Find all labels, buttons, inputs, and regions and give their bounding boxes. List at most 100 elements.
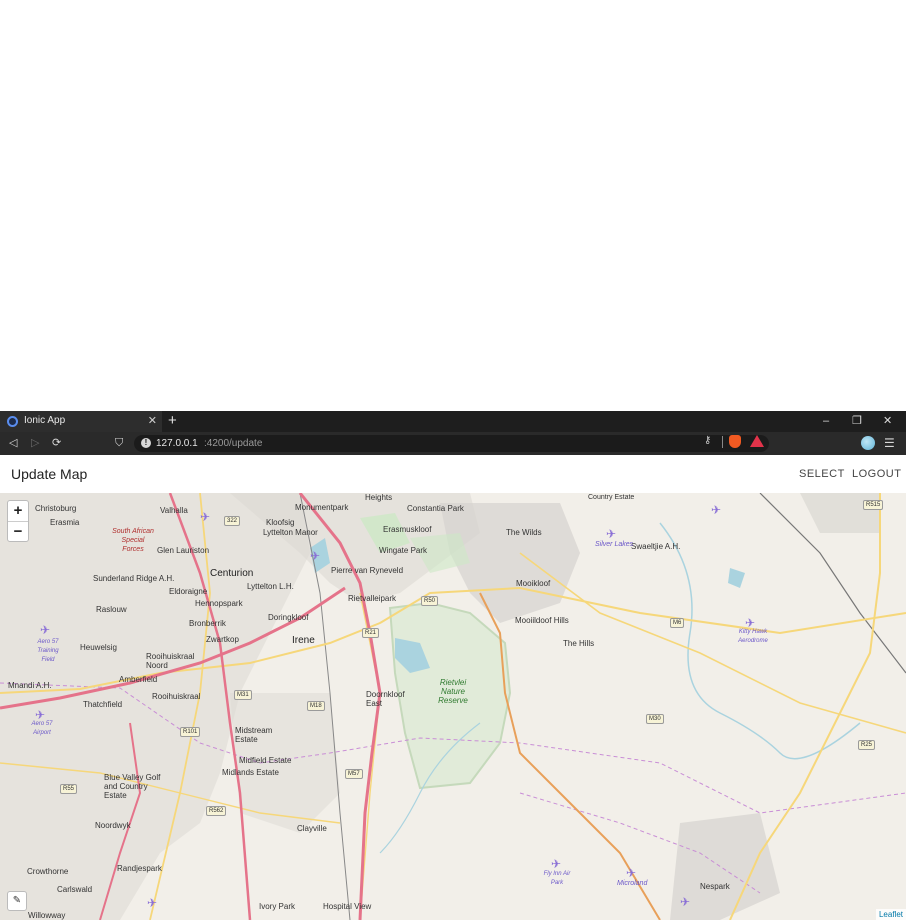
airfield-label: Microland	[617, 880, 648, 887]
place-label: Rietvalleipark	[348, 594, 397, 603]
route-shield: R101	[180, 727, 201, 737]
tab-close-icon[interactable]: ✕	[148, 414, 157, 428]
zoom-control: + −	[7, 500, 29, 542]
place-label: Willowway	[28, 911, 66, 920]
place-label: Amberfield	[119, 675, 158, 684]
route-shield: R25	[858, 740, 876, 750]
forward-icon[interactable]: ▷	[31, 436, 39, 450]
place-label: Swaeltjie A.H.	[631, 542, 681, 551]
place-label: Ivory Park	[259, 902, 296, 911]
url-host: 127.0.0.1	[156, 438, 198, 449]
route-shield: R515	[863, 500, 884, 510]
site-info-icon[interactable]: !	[141, 438, 151, 448]
brave-shields-icon[interactable]	[729, 435, 741, 448]
place-label: Midlands Estate	[222, 768, 279, 777]
place-label: Irene	[292, 635, 315, 646]
airport-icon: ✈	[200, 510, 211, 524]
place-label: The Wilds	[506, 528, 542, 537]
zoom-out-button[interactable]: −	[8, 521, 28, 541]
place-label: Crowthorne	[27, 867, 69, 876]
place-label: Kloofsig	[266, 518, 295, 527]
menu-icon[interactable]: ☰	[884, 436, 895, 450]
airfield-label: Aero 57 Training Field	[37, 639, 59, 663]
restore-icon[interactable]: ❐	[852, 414, 862, 428]
route-shield: M31	[234, 690, 252, 700]
place-label: Hospital View	[323, 902, 372, 911]
airfield-label: Kitty Hawk Aerodrome	[738, 629, 768, 644]
select-button[interactable]: SELECT	[799, 468, 845, 480]
zoom-in-button[interactable]: +	[8, 501, 28, 521]
place-label: Zwartkop	[206, 635, 239, 644]
edit-icon[interactable]: ✎	[7, 891, 27, 911]
leaflet-attribution-link[interactable]: Leaflet	[875, 909, 906, 920]
place-label: Noordwyk	[95, 821, 131, 830]
airport-icon: ✈	[606, 527, 617, 541]
place-label: Midfield Estate	[239, 756, 292, 765]
route-shield: M6	[670, 618, 685, 628]
place-label: Erasmuskloof	[383, 525, 432, 534]
place-label: Hennopspark	[195, 599, 243, 608]
profile-avatar-icon[interactable]	[861, 436, 875, 450]
place-label: Mooikloof	[516, 579, 551, 588]
military-label: South African Special Forces	[112, 528, 154, 553]
airfield-label: Aero 57 Airport	[31, 721, 53, 736]
place-label: Thatchfield	[83, 700, 123, 709]
place-label: Midstream Estate	[235, 726, 273, 744]
airport-icon: ✈	[745, 616, 756, 630]
place-label: Mooiildoof Hills	[515, 616, 569, 625]
url-path: :4200/update	[204, 438, 263, 449]
place-label: Sunderland Ridge A.H.	[93, 574, 175, 583]
airfield-label: Fly Inn Air Park	[543, 871, 571, 886]
place-label: Heights	[365, 493, 393, 502]
minimize-icon[interactable]: –	[823, 414, 829, 428]
airport-icon: ✈	[680, 895, 691, 909]
airfield-label: Silver Lakes	[595, 541, 634, 548]
back-icon[interactable]: ◁	[9, 436, 17, 450]
place-label: Raslouw	[96, 605, 127, 614]
route-shield: R21	[362, 628, 380, 638]
place-label: The Hills	[563, 639, 595, 648]
place-label: Heuwelsig	[80, 643, 117, 652]
window-close-icon[interactable]: ✕	[883, 414, 892, 428]
park-label: Rietvlei Nature Reserve	[438, 678, 468, 705]
map-tiles	[0, 493, 906, 920]
place-label: Carlswald	[57, 885, 93, 894]
address-bar[interactable]: ! 127.0.0.1 :4200/update	[134, 435, 769, 452]
route-shield: 322	[224, 516, 241, 526]
logout-button[interactable]: LOGOUT	[852, 468, 901, 480]
route-shield: R562	[206, 806, 227, 816]
reload-icon[interactable]: ⟳	[52, 436, 61, 450]
airport-icon: ✈	[35, 708, 46, 722]
bookmark-icon[interactable]: ⛉	[115, 436, 123, 450]
new-tab-button[interactable]: +	[168, 413, 177, 429]
route-shield: R50	[421, 596, 439, 606]
place-label: Nespark	[700, 882, 730, 891]
place-label: Valhalla	[160, 506, 188, 515]
place-label: Randjespark	[117, 864, 162, 873]
route-shield: R55	[60, 784, 78, 794]
place-label: Doornkloof East	[366, 690, 405, 708]
place-label: Rooihuiskraal Noord	[146, 652, 195, 670]
map-view[interactable]: Christoburg Erasmia Valhalla Kloofsig Mo…	[0, 493, 906, 920]
password-key-icon[interactable]: ⚷	[704, 435, 711, 446]
route-shield: M30	[646, 714, 664, 724]
browser-tab[interactable]: Ionic App ✕	[0, 411, 162, 432]
place-label: Centurion	[210, 568, 254, 579]
place-label: Monumentpark	[295, 503, 349, 512]
place-label: Eldoraigne	[169, 587, 208, 596]
tab-title: Ionic App	[24, 415, 66, 426]
place-label: Lyttelton L.H.	[247, 582, 294, 591]
airport-icon: ✈	[310, 549, 321, 563]
place-label: Country Estate	[588, 494, 635, 501]
airport-icon: ✈	[711, 503, 722, 517]
page-title: Update Map	[11, 466, 88, 482]
browser-tab-bar: Ionic App ✕ + – ❐ ✕	[0, 411, 906, 432]
brave-rewards-icon[interactable]	[750, 435, 764, 447]
place-label: Mnandi A.H.	[8, 681, 52, 690]
place-label: Constantia Park	[407, 504, 464, 513]
browser-nav-bar: ◁ ▷ ⟳ ⛉ ! 127.0.0.1 :4200/update ⚷ ☰	[0, 432, 906, 455]
place-label: Christoburg	[35, 504, 77, 513]
place-label: Glen Lauriston	[157, 546, 210, 555]
app-header: Update Map SELECT LOGOUT	[0, 455, 906, 493]
place-label: Blue Valley Golf and Country Estate	[104, 773, 161, 800]
